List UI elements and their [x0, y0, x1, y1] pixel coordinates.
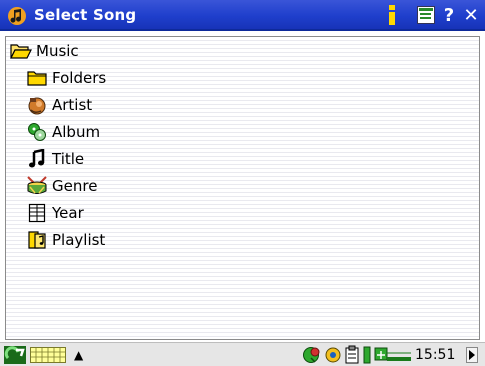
tree-item-label: Album [52, 123, 101, 141]
title-bar: Select Song ? ✕ [0, 0, 485, 31]
up-arrow-icon: ▲ [74, 348, 84, 362]
tree-item-title[interactable]: Title [26, 147, 84, 171]
battery-icon [363, 346, 371, 364]
close-button[interactable]: ✕ [459, 3, 483, 27]
menu-icon [417, 6, 435, 24]
clock: 15:51 [415, 347, 456, 363]
tree-item-label: Artist [52, 96, 93, 114]
tree-item-album[interactable]: Album [26, 120, 100, 144]
album-icon [28, 123, 46, 141]
tree-item-playlist[interactable]: Playlist [26, 228, 105, 252]
tree-item-label: Genre [52, 177, 98, 195]
music-app-icon [8, 7, 26, 25]
right-arrow-icon [466, 347, 478, 363]
tree-item-music[interactable]: Music [10, 39, 79, 63]
tree-item-label: Title [52, 150, 85, 168]
status-disc-icon [325, 347, 341, 363]
close-icon: ✕ [463, 4, 479, 26]
tree-item-genre[interactable]: Genre [26, 174, 97, 198]
playlist-icon [28, 231, 46, 249]
keyboard-button[interactable] [30, 345, 66, 365]
calendar-icon [28, 203, 46, 223]
keyboard-icon [30, 347, 66, 363]
info-icon [389, 5, 395, 25]
help-icon: ? [443, 4, 455, 26]
drum-icon [27, 176, 47, 194]
status-icons [302, 345, 414, 365]
menu-button[interactable] [414, 3, 438, 27]
tree-item-label: Playlist [52, 231, 106, 249]
scroll-right-button[interactable] [466, 345, 478, 365]
info-button[interactable] [380, 3, 404, 27]
help-button[interactable]: ? [437, 3, 461, 27]
usb-connection-icon [374, 347, 411, 361]
home-button[interactable] [4, 345, 26, 365]
window-title: Select Song [34, 6, 137, 24]
tree-item-artist[interactable]: Artist [26, 93, 92, 117]
folder-icon [27, 71, 47, 86]
song-browser-list: Music Folders Artist Album Title Genre Y… [5, 36, 480, 340]
artist-icon [28, 97, 46, 115]
open-folder-icon [10, 44, 32, 59]
status-globe-icon [303, 347, 320, 363]
home-icon [4, 346, 26, 364]
tree-item-year[interactable]: Year [26, 201, 84, 225]
show-more-button[interactable]: ▲ [74, 345, 83, 365]
status-bar: ▲ 15:51 [0, 342, 485, 366]
tree-item-label: Music [36, 42, 79, 60]
music-note-icon [29, 149, 45, 168]
tree-item-folders[interactable]: Folders [26, 66, 106, 90]
clipboard-icon [345, 345, 359, 364]
tree-item-label: Folders [52, 69, 107, 87]
tree-item-label: Year [52, 204, 84, 222]
